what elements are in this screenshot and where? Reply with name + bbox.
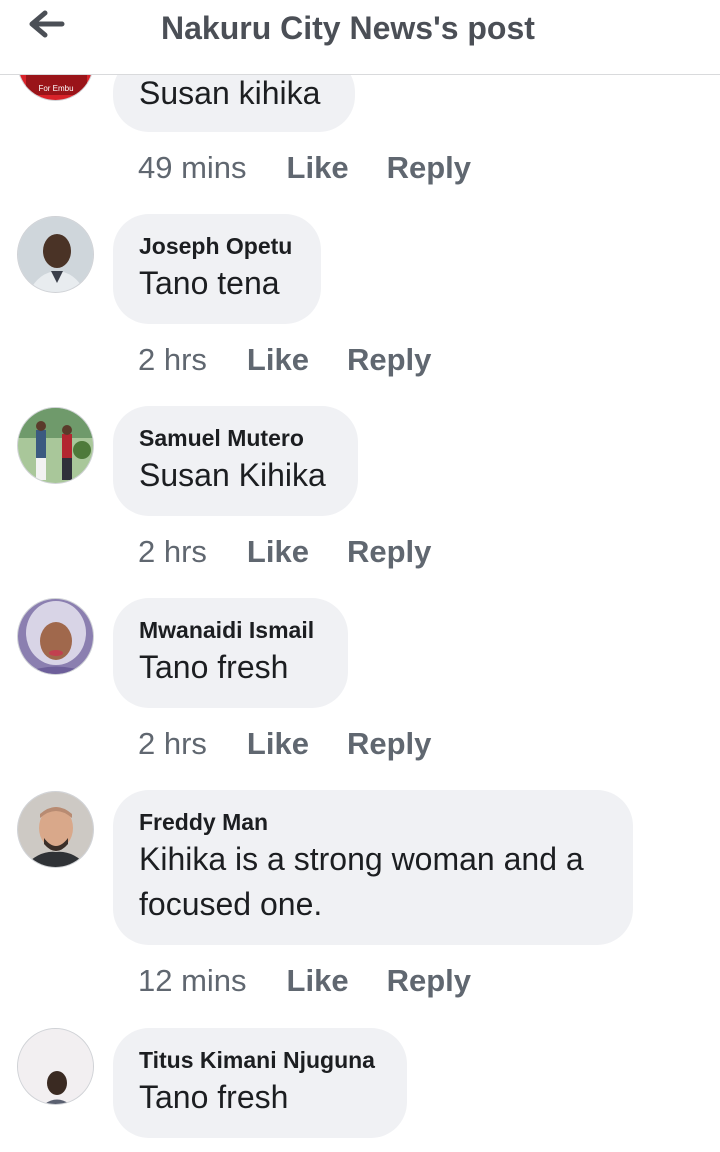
- like-button[interactable]: Like: [247, 534, 309, 570]
- avatar[interactable]: [17, 1028, 94, 1105]
- comment-meta: 12 mins Like Reply: [138, 961, 471, 1001]
- comment-text: Tano fresh: [139, 1079, 289, 1115]
- comment-text: Tano fresh: [139, 649, 289, 685]
- comment-meta: 49 mins Like Reply: [138, 148, 471, 188]
- avatar[interactable]: [17, 216, 94, 293]
- reply-button[interactable]: Reply: [347, 726, 431, 762]
- back-button[interactable]: [24, 4, 70, 44]
- avatar[interactable]: [17, 598, 94, 675]
- comment-author[interactable]: Samuel Mutero: [139, 423, 332, 453]
- comment-bubble[interactable]: Joseph Opetu Tano tena: [113, 214, 321, 324]
- comment-bubble[interactable]: Mwanaidi Ismail Tano fresh: [113, 598, 348, 708]
- reply-button[interactable]: Reply: [347, 534, 431, 570]
- comment-author[interactable]: Joseph Opetu: [139, 231, 295, 261]
- reply-button[interactable]: Reply: [347, 342, 431, 378]
- comment-meta: 2 hrs Like Reply: [138, 724, 431, 764]
- comment-bubble[interactable]: Samuel Mutero Susan Kihika: [113, 406, 358, 516]
- reply-button[interactable]: Reply: [387, 150, 471, 186]
- comment-bubble[interactable]: Freddy Man Kihika is a strong woman and …: [113, 790, 633, 945]
- page-title: Nakuru City News's post: [161, 10, 535, 46]
- comment-author[interactable]: Freddy Man: [139, 807, 607, 837]
- comment-time: 2 hrs: [138, 534, 207, 569]
- like-button[interactable]: Like: [247, 726, 309, 762]
- comment-time: 49 mins: [138, 150, 247, 185]
- comment-text: Tano tena: [139, 265, 280, 301]
- comment-meta: 2 hrs Like Reply: [138, 532, 431, 572]
- svg-text:For Embu: For Embu: [38, 84, 73, 93]
- reply-button[interactable]: Reply: [387, 963, 471, 999]
- comment-time: 2 hrs: [138, 342, 207, 377]
- like-button[interactable]: Like: [247, 342, 309, 378]
- comment-author[interactable]: Titus Kimani Njuguna: [139, 1045, 381, 1075]
- comment-time: 2 hrs: [138, 726, 207, 761]
- comment-text: Susan Kihika: [139, 457, 326, 493]
- top-bar: Nakuru City News's post: [0, 0, 720, 75]
- comment-time: 12 mins: [138, 963, 247, 998]
- comment-meta: 2 hrs Like Reply: [138, 340, 431, 380]
- like-button[interactable]: Like: [287, 150, 349, 186]
- comments-feed: For Embu Susan kihika 49 mins Like Reply…: [0, 0, 720, 1152]
- avatar[interactable]: [17, 407, 94, 484]
- avatar[interactable]: [17, 791, 94, 868]
- comment-text: Susan kihika: [139, 75, 321, 111]
- comment-bubble[interactable]: Titus Kimani Njuguna Tano fresh: [113, 1028, 407, 1138]
- like-button[interactable]: Like: [287, 963, 349, 999]
- comment-author[interactable]: Mwanaidi Ismail: [139, 615, 322, 645]
- arrow-left-icon: [29, 10, 65, 38]
- comment-text: Kihika is a strong woman and a focused o…: [139, 841, 584, 922]
